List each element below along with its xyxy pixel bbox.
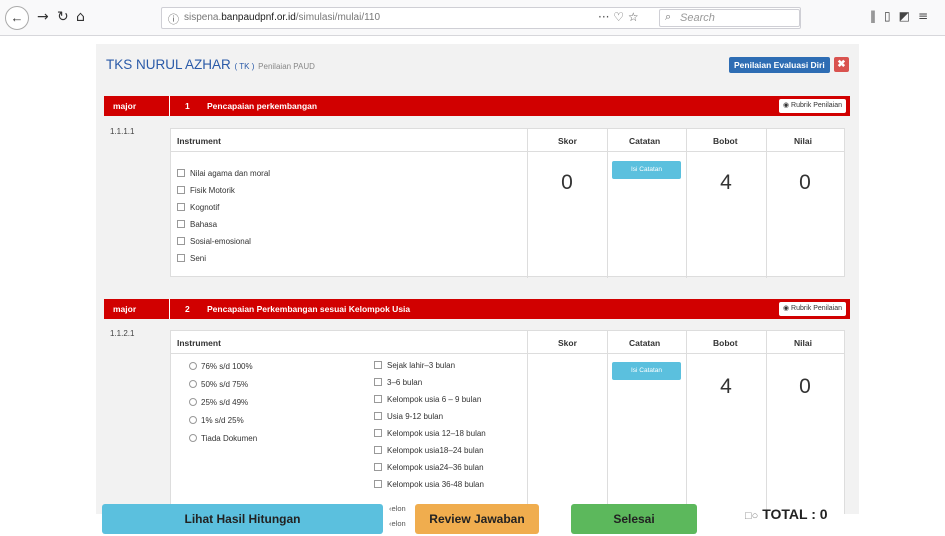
footer-bar: ‹elon ‹elon Lihat Hasil Hitungan Review … bbox=[0, 498, 945, 536]
isi-catatan-button[interactable]: Isi Catatan bbox=[612, 362, 681, 380]
total-value: TOTAL : 0 bbox=[762, 506, 828, 522]
section-header-2: major 2 Pencapaian Perkembangan sesuai K… bbox=[104, 299, 850, 319]
checkbox-item[interactable]: Kelompok usia 6 – 9 bulan bbox=[374, 395, 481, 404]
back-button[interactable]: ← bbox=[5, 6, 29, 30]
table-header: Instrument Skor Catatan Bobot Nilai bbox=[171, 129, 844, 152]
section-number: 1 bbox=[185, 101, 190, 111]
pocket-icon[interactable]: ♡ bbox=[613, 10, 624, 24]
col-bobot: Bobot bbox=[713, 338, 738, 348]
rubrik-button[interactable]: ◉ Rubrik Penilaian bbox=[778, 99, 846, 113]
truncated-text: ‹elon bbox=[389, 504, 406, 513]
checkbox-item[interactable]: Kelompok usia 36-48 bulan bbox=[374, 480, 484, 489]
bookmark-star-icon[interactable]: ☆ bbox=[628, 10, 639, 24]
checkbox-item[interactable]: Kelompok usia18–24 bulan bbox=[374, 446, 484, 455]
selesai-button[interactable]: Selesai bbox=[571, 504, 697, 534]
radio-option[interactable]: 76% s/d 100% bbox=[189, 362, 253, 371]
url-bar[interactable]: ⓘ sispena.banpaudpnf.or.id/simulasi/mula… bbox=[161, 7, 801, 29]
close-button[interactable]: ✖ bbox=[834, 57, 849, 72]
col-catatan: Catatan bbox=[629, 338, 661, 348]
forward-button[interactable]: → bbox=[37, 9, 49, 25]
page-actions[interactable]: ··· ♡ ☆ bbox=[598, 10, 639, 24]
col-instrument: Instrument bbox=[177, 136, 221, 146]
page-subtitle: Penilaian PAUD bbox=[258, 62, 315, 71]
page-title: TKS NURUL AZHAR ( TK ) Penilaian PAUD bbox=[106, 57, 315, 72]
checkbox-item[interactable]: Sejak lahir–3 bulan bbox=[374, 361, 455, 370]
school-level: ( TK ) bbox=[234, 62, 255, 71]
checkbox-item[interactable]: Fisik Motorik bbox=[177, 186, 235, 195]
extension-icon[interactable]: ◩ bbox=[899, 9, 918, 23]
section-type: major bbox=[113, 304, 137, 314]
instrument-table-1: Instrument Skor Catatan Bobot Nilai Nila… bbox=[170, 128, 845, 278]
url-text: sispena.banpaudpnf.or.id/simulasi/mulai/… bbox=[184, 12, 381, 23]
table-header: Instrument Skor Catatan Bobot Nilai bbox=[171, 331, 844, 354]
eye-icon: ◉ bbox=[782, 102, 790, 109]
reload-button[interactable]: ↻ bbox=[57, 9, 69, 25]
checkbox-item[interactable]: Kelompok usia 12–18 bulan bbox=[374, 429, 486, 438]
truncated-text: ‹elon bbox=[389, 519, 406, 528]
section-number: 2 bbox=[185, 304, 190, 314]
menu-icon[interactable]: ≡ bbox=[918, 9, 936, 23]
nilai-value: 0 bbox=[799, 171, 811, 194]
checkbox-item[interactable]: Kelompok usia24–36 bulan bbox=[374, 463, 484, 472]
item-code: 1.1.2.1 bbox=[110, 329, 135, 338]
review-jawaban-button[interactable]: Review Jawaban bbox=[415, 504, 539, 534]
section-title: Pencapaian perkembangan bbox=[207, 101, 318, 111]
skor-value: 0 bbox=[561, 171, 573, 194]
browser-tools: ‖▯◩≡ bbox=[870, 9, 936, 23]
library-icon[interactable]: ‖ bbox=[870, 9, 884, 23]
col-nilai: Nilai bbox=[794, 136, 812, 146]
lihat-hasil-button[interactable]: Lihat Hasil Hitungan bbox=[102, 504, 383, 534]
self-evaluation-button[interactable]: Penilaian Evaluasi Diri bbox=[729, 57, 830, 73]
checkbox-item[interactable]: Kognotif bbox=[177, 203, 219, 212]
sidebar-icon[interactable]: ▯ bbox=[884, 9, 899, 23]
checkbox-item[interactable]: Seni bbox=[177, 254, 206, 263]
browser-toolbar: ← → ↻ ⌂ ⓘ sispena.banpaudpnf.or.id/simul… bbox=[0, 0, 945, 36]
radio-option[interactable]: Tiada Dokumen bbox=[189, 434, 257, 443]
item-code: 1.1.1.1 bbox=[110, 127, 135, 136]
eye-icon: ◉ bbox=[782, 305, 790, 312]
search-placeholder: Search bbox=[680, 12, 715, 24]
checkbox-item[interactable]: Bahasa bbox=[177, 220, 217, 229]
radio-option[interactable]: 50% s/d 75% bbox=[189, 380, 248, 389]
isi-catatan-button[interactable]: Isi Catatan bbox=[612, 161, 681, 179]
info-icon[interactable]: ⓘ bbox=[168, 11, 179, 27]
col-catatan: Catatan bbox=[629, 136, 661, 146]
col-skor: Skor bbox=[558, 338, 577, 348]
section-header-1: major 1 Pencapaian perkembangan ◉ Rubrik… bbox=[104, 96, 850, 116]
col-instrument: Instrument bbox=[177, 338, 221, 348]
total-display: □○ TOTAL : 0 bbox=[745, 506, 828, 522]
section-title: Pencapaian Perkembangan sesuai Kelompok … bbox=[207, 304, 411, 314]
rubrik-button[interactable]: ◉ Rubrik Penilaian bbox=[778, 302, 846, 316]
total-icons: □○ bbox=[745, 510, 759, 522]
nilai-value: 0 bbox=[799, 375, 811, 398]
col-nilai: Nilai bbox=[794, 338, 812, 348]
checkbox-item[interactable]: Nilai agama dan moral bbox=[177, 169, 270, 178]
col-skor: Skor bbox=[558, 136, 577, 146]
home-icon[interactable]: ⌂ bbox=[76, 9, 85, 25]
col-bobot: Bobot bbox=[713, 136, 738, 146]
bobot-value: 4 bbox=[720, 375, 732, 398]
checkbox-item[interactable]: Usia 9-12 bulan bbox=[374, 412, 443, 421]
assessment-panel: TKS NURUL AZHAR ( TK ) Penilaian PAUD Pe… bbox=[96, 44, 859, 515]
school-name: TKS NURUL AZHAR bbox=[106, 57, 231, 72]
section-type: major bbox=[113, 101, 137, 111]
bobot-value: 4 bbox=[720, 171, 732, 194]
checkbox-item[interactable]: 3–6 bulan bbox=[374, 378, 422, 387]
search-icon: ⌕ bbox=[665, 10, 672, 23]
radio-option[interactable]: 1% s/d 25% bbox=[189, 416, 244, 425]
search-input[interactable]: ⌕ Search bbox=[659, 9, 800, 27]
radio-option[interactable]: 25% s/d 49% bbox=[189, 398, 248, 407]
checkbox-item[interactable]: Sosial-emosional bbox=[177, 237, 251, 246]
instrument-table-2: Instrument Skor Catatan Bobot Nilai 76% … bbox=[170, 330, 845, 515]
overflow-icon[interactable]: ··· bbox=[598, 10, 609, 24]
